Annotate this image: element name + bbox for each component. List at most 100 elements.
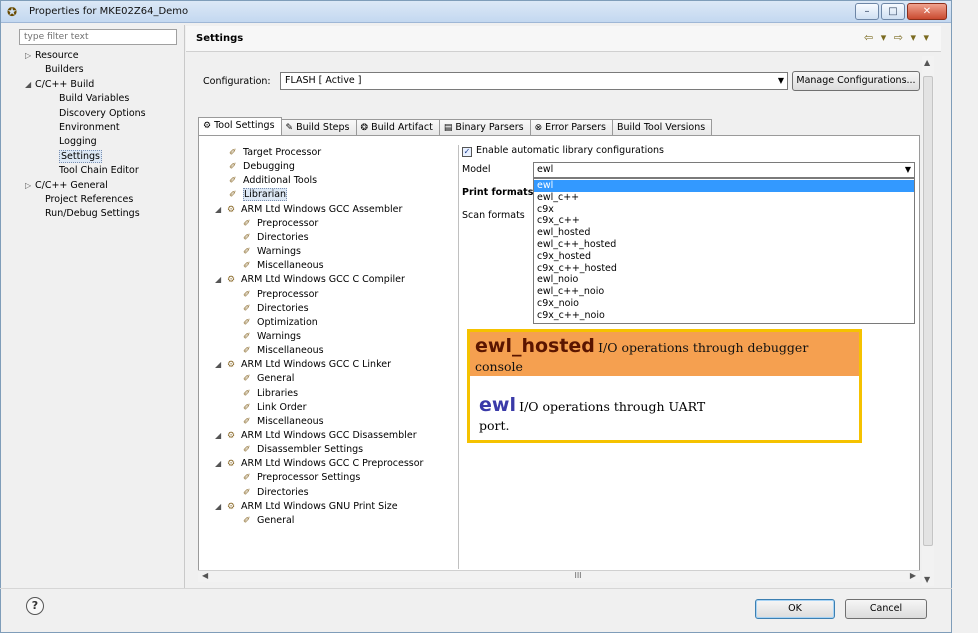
model-option[interactable]: ewl_c++_noio: [534, 286, 914, 298]
nav-item[interactable]: Build Variables: [49, 92, 129, 105]
vertical-scrollbar[interactable]: ▲ ▼: [922, 56, 934, 586]
manage-configurations-button[interactable]: Manage Configurations...: [792, 71, 920, 91]
nav-item[interactable]: Tool Chain Editor: [49, 164, 139, 177]
tree-item-label: ARM Ltd Windows GCC C Compiler: [241, 274, 405, 286]
nav-item-label: C/C++ Build: [35, 78, 95, 90]
tab[interactable]: ✎ Build Steps: [280, 119, 357, 136]
twisty-icon[interactable]: ▷: [25, 49, 35, 62]
tree-item[interactable]: ✐ Optimization: [243, 316, 318, 329]
tree-item[interactable]: ✐ Warnings: [243, 245, 301, 258]
annotation-ewl-term: ewl: [479, 394, 516, 416]
tree-item[interactable]: ✐ Debugging: [229, 160, 295, 173]
expand-icon[interactable]: ◢: [215, 429, 227, 442]
tree-item[interactable]: ✐ Miscellaneous: [243, 415, 324, 428]
model-option[interactable]: c9x: [534, 204, 914, 216]
model-option[interactable]: ewl_noio: [534, 274, 914, 286]
option-icon: ✐: [229, 148, 237, 158]
auto-library-checkbox-row[interactable]: ✓ Enable automatic library configurations: [462, 145, 664, 157]
nav-item[interactable]: Environment: [49, 121, 120, 134]
sash-divider[interactable]: [184, 25, 185, 589]
model-option[interactable]: c9x_c++: [534, 215, 914, 227]
ok-button[interactable]: OK: [755, 599, 835, 619]
nav-item[interactable]: Settings: [49, 149, 102, 163]
tab[interactable]: ▤ Binary Parsers: [438, 119, 531, 136]
tree-item[interactable]: ✐ Miscellaneous: [243, 344, 324, 357]
tab[interactable]: ⊗ Error Parsers: [529, 119, 613, 136]
twisty-icon[interactable]: ▷: [25, 179, 35, 192]
close-button[interactable]: ✕: [907, 3, 947, 20]
tree-item[interactable]: ✐ Directories: [243, 302, 309, 315]
expand-icon[interactable]: ◢: [215, 358, 227, 371]
tree-item[interactable]: ✐ Preprocessor: [243, 217, 318, 230]
history-nav-arrows[interactable]: ⇦ ▾ ⇨ ▾ ▾: [864, 31, 931, 44]
nav-item[interactable]: Run/Debug Settings: [35, 207, 140, 220]
nav-item[interactable]: ▷ C/C++ General: [25, 179, 108, 192]
expand-icon[interactable]: ◢: [215, 203, 227, 216]
tree-item[interactable]: ✐ Directories: [243, 486, 309, 499]
tree-item[interactable]: ✐ Target Processor: [229, 146, 321, 159]
configuration-value: FLASH [ Active ]: [285, 75, 362, 86]
model-option[interactable]: c9x_hosted: [534, 251, 914, 263]
expand-icon[interactable]: ◢: [215, 500, 227, 513]
scroll-left-icon[interactable]: ◀: [202, 571, 208, 580]
nav-item[interactable]: Discovery Options: [49, 107, 146, 120]
tree-item[interactable]: ◢ ⚙ ARM Ltd Windows GCC Assembler: [215, 203, 402, 216]
cancel-button[interactable]: Cancel: [845, 599, 927, 619]
twisty-icon[interactable]: ◢: [25, 78, 35, 91]
scroll-thumb[interactable]: III: [568, 572, 588, 580]
model-option[interactable]: ewl_c++_hosted: [534, 239, 914, 251]
tree-item[interactable]: ✐ Additional Tools: [229, 174, 317, 187]
tree-item[interactable]: ◢ ⚙ ARM Ltd Windows GCC C Linker: [215, 358, 391, 371]
option-icon: ✐: [243, 289, 251, 300]
tree-item[interactable]: ✐ Librarian: [229, 188, 288, 202]
model-option[interactable]: ewl_c++: [534, 192, 914, 204]
tree-item[interactable]: ✐ Preprocessor Settings: [243, 471, 360, 484]
model-option[interactable]: ewl_hosted: [534, 227, 914, 239]
configuration-select[interactable]: FLASH [ Active ] ▼: [280, 72, 788, 90]
tab[interactable]: ❂ Build Artifact: [355, 119, 440, 136]
auto-library-checkbox[interactable]: ✓: [462, 147, 472, 157]
model-value: ewl: [537, 164, 554, 175]
filter-input[interactable]: [19, 29, 177, 45]
tree-item[interactable]: ◢ ⚙ ARM Ltd Windows GCC C Compiler: [215, 273, 405, 286]
model-option[interactable]: c9x_c++_noio: [534, 310, 914, 322]
model-select[interactable]: ewl ▼: [533, 162, 915, 178]
nav-item[interactable]: ◢ C/C++ Build: [25, 78, 94, 91]
title-bar[interactable]: ✪ Properties for MKE02Z64_Demo – □ ✕: [1, 1, 951, 23]
tab[interactable]: ⚙ Tool Settings: [198, 117, 282, 136]
tree-item[interactable]: ◢ ⚙ ARM Ltd Windows GNU Print Size: [215, 500, 398, 513]
tree-item[interactable]: ✐ Link Order: [243, 401, 306, 414]
tree-item[interactable]: ✐ Miscellaneous: [243, 259, 324, 272]
expand-icon[interactable]: ◢: [215, 457, 227, 470]
nav-item[interactable]: ▷ Resource: [25, 49, 79, 62]
tab[interactable]: Build Tool Versions: [611, 119, 713, 136]
minimize-button[interactable]: –: [855, 3, 879, 20]
nav-item[interactable]: Builders: [35, 63, 84, 76]
tree-item[interactable]: ✐ Disassembler Settings: [243, 443, 363, 456]
model-option[interactable]: c9x_noio: [534, 298, 914, 310]
property-nav-tree: ▷ Resource Builders ◢ C/C++ Build Build Varia…: [19, 47, 179, 587]
tree-item[interactable]: ✐ Preprocessor: [243, 288, 318, 301]
horizontal-scrollbar[interactable]: ◀ III ▶: [198, 570, 920, 582]
nav-item[interactable]: Logging: [49, 135, 97, 148]
tool-gear-icon: ⚙: [227, 431, 236, 441]
nav-item[interactable]: Project References: [35, 193, 133, 206]
tree-item[interactable]: ✐ Directories: [243, 231, 309, 244]
help-icon[interactable]: ?: [26, 597, 44, 615]
model-option[interactable]: ewl: [534, 180, 914, 192]
tree-item[interactable]: ✐ Warnings: [243, 330, 301, 343]
model-option[interactable]: c9x_c++_hosted: [534, 263, 914, 275]
scroll-down-icon[interactable]: ▼: [924, 575, 930, 584]
footer-separator: [0, 588, 952, 589]
scroll-up-icon[interactable]: ▲: [924, 58, 930, 67]
maximize-button[interactable]: □: [881, 3, 905, 20]
tree-item[interactable]: ✐ Libraries: [243, 387, 298, 400]
scroll-right-icon[interactable]: ▶: [910, 571, 916, 580]
tree-item[interactable]: ◢ ⚙ ARM Ltd Windows GCC C Preprocessor: [215, 457, 423, 470]
tree-item[interactable]: ◢ ⚙ ARM Ltd Windows GCC Disassembler: [215, 429, 417, 442]
tree-item[interactable]: ✐ General: [243, 514, 294, 527]
scroll-thumb[interactable]: [923, 76, 933, 546]
expand-icon[interactable]: ◢: [215, 273, 227, 286]
option-icon: ✐: [243, 317, 251, 328]
tree-item[interactable]: ✐ General: [243, 372, 294, 385]
